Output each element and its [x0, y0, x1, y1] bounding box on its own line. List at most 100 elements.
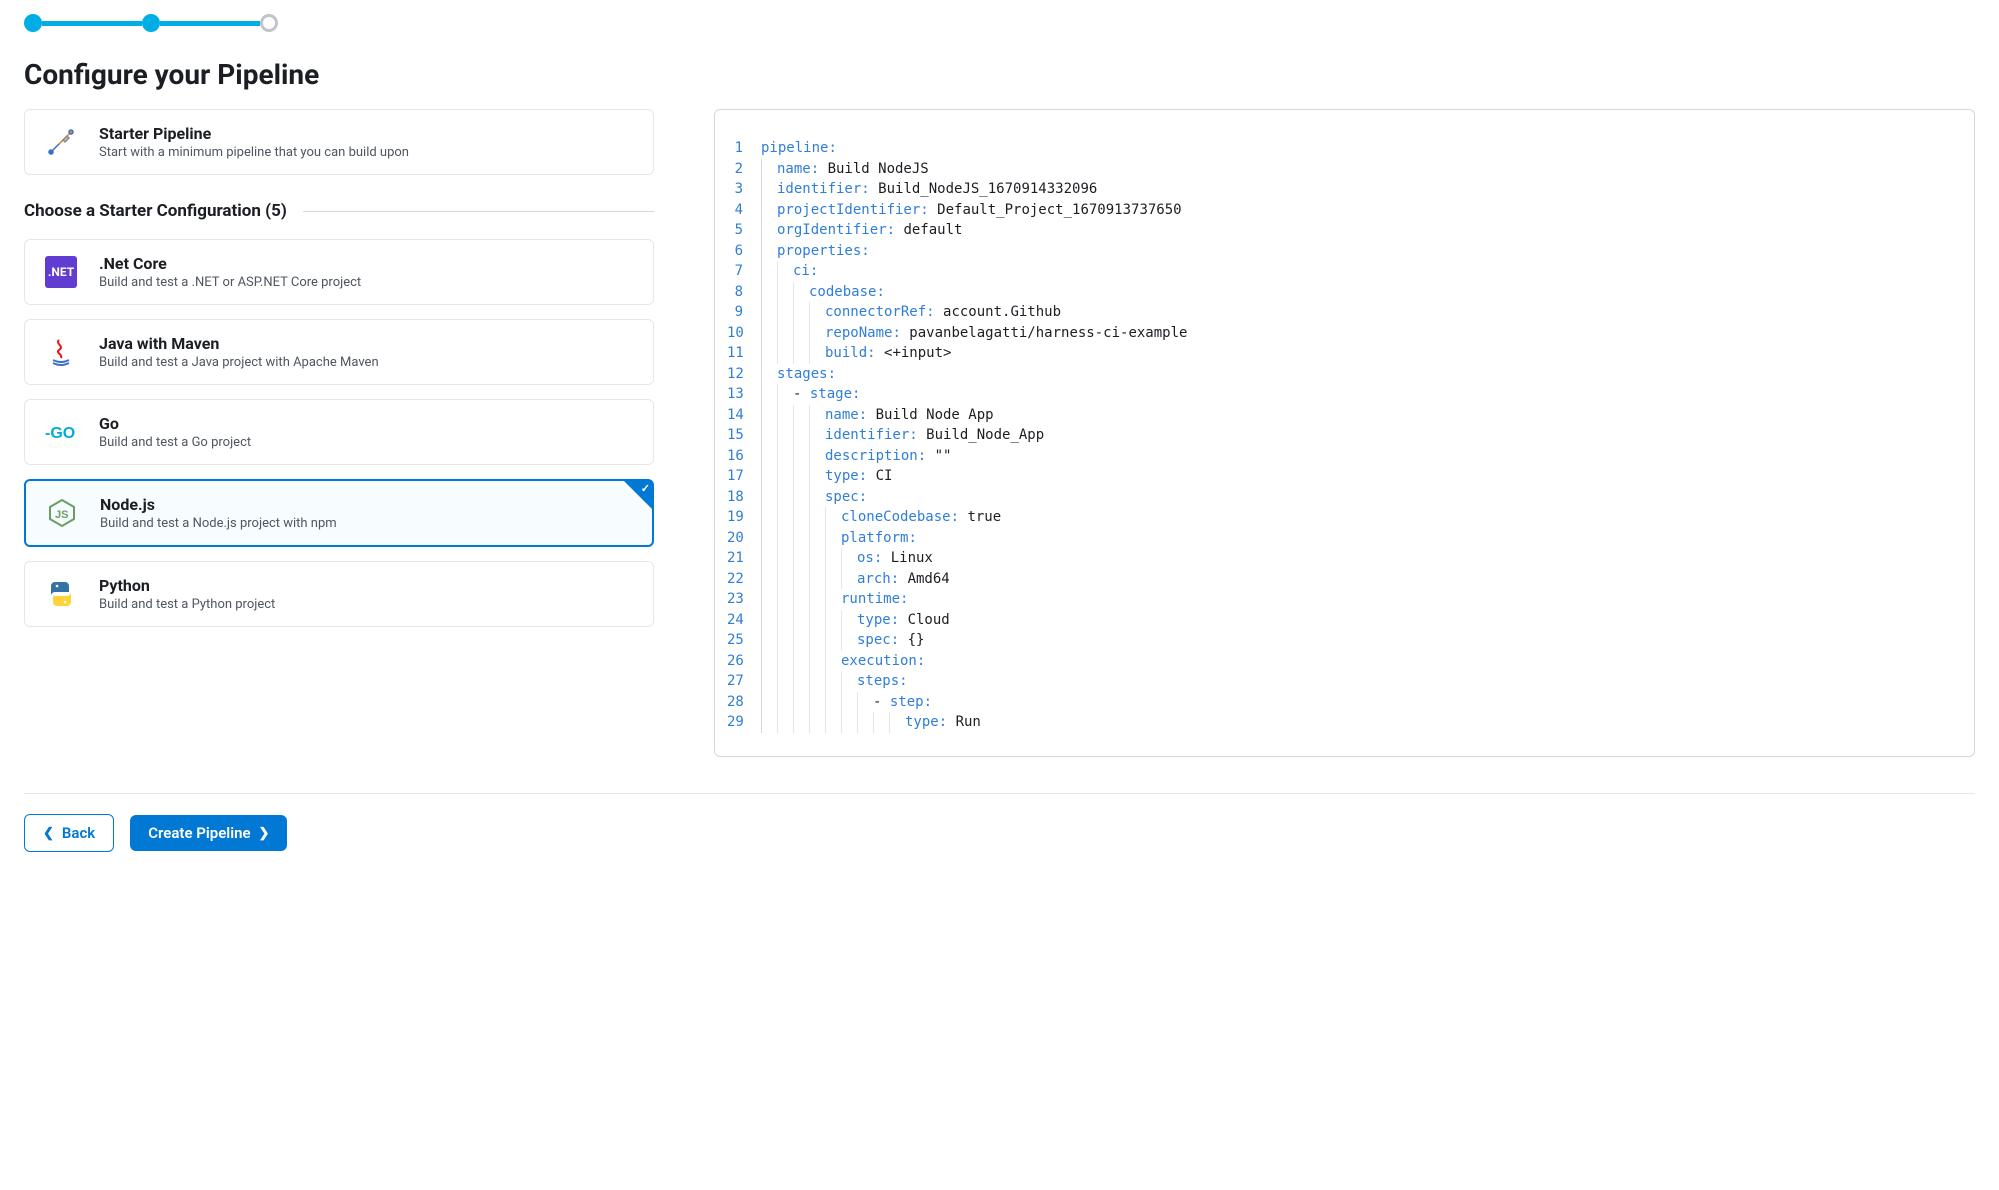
code-line: 13- stage:: [727, 384, 1954, 405]
config-card-desc: Build and test a Python project: [99, 597, 635, 612]
nodejs-icon: JS: [44, 495, 80, 531]
code-line: 24type: Cloud: [727, 610, 1954, 631]
code-line: 7ci:: [727, 261, 1954, 282]
line-number: 27: [727, 671, 761, 692]
step-line-1: [42, 21, 142, 26]
step-line-2: [160, 21, 260, 26]
create-pipeline-button[interactable]: Create Pipeline ❯: [130, 815, 287, 851]
code-line: 20platform:: [727, 528, 1954, 549]
line-number: 13: [727, 384, 761, 405]
starter-card-title: Starter Pipeline: [99, 124, 635, 143]
progress-stepper: [24, 0, 1975, 52]
line-number: 21: [727, 548, 761, 569]
config-list: .NET .Net Core Build and test a .NET or AS…: [24, 239, 654, 627]
config-card-desc: Build and test a Go project: [99, 435, 635, 450]
code-line: 18spec:: [727, 487, 1954, 508]
svg-text:-GO: -GO: [45, 425, 75, 442]
create-label: Create Pipeline: [148, 824, 250, 842]
line-number: 20: [727, 528, 761, 549]
starter-card-desc: Start with a minimum pipeline that you c…: [99, 145, 635, 160]
line-number: 14: [727, 405, 761, 426]
code-line: 11build: <+input>: [727, 343, 1954, 364]
dotnet-icon: .NET: [43, 254, 79, 290]
config-card-desc: Build and test a Java project with Apach…: [99, 355, 635, 370]
step-dot-1: [24, 14, 42, 32]
code-line: 17type: CI: [727, 466, 1954, 487]
code-line: 15identifier: Build_Node_App: [727, 425, 1954, 446]
code-line: 3identifier: Build_NodeJS_1670914332096: [727, 179, 1954, 200]
code-line: 14name: Build Node App: [727, 405, 1954, 426]
code-line: 8codebase:: [727, 282, 1954, 303]
svg-text:JS: JS: [55, 509, 68, 521]
step-dot-3: [260, 14, 278, 32]
code-line: 1pipeline:: [727, 138, 1954, 159]
code-line: 9connectorRef: account.Github: [727, 302, 1954, 323]
chevron-left-icon: ❮: [43, 826, 54, 841]
line-number: 16: [727, 446, 761, 467]
line-number: 5: [727, 220, 761, 241]
page-title: Configure your Pipeline: [24, 58, 1975, 91]
code-line: 16description: "": [727, 446, 1954, 467]
line-number: 3: [727, 179, 761, 200]
yaml-editor[interactable]: 1pipeline:2name: Build NodeJS3identifier…: [714, 109, 1975, 757]
code-line: 10repoName: pavanbelagatti/harness-ci-ex…: [727, 323, 1954, 344]
line-number: 15: [727, 425, 761, 446]
code-line: 23runtime:: [727, 589, 1954, 610]
tools-icon: [43, 124, 79, 160]
line-number: 24: [727, 610, 761, 631]
line-number: 19: [727, 507, 761, 528]
config-card-go[interactable]: -GO Go Build and test a Go project: [24, 399, 654, 465]
line-number: 25: [727, 630, 761, 651]
config-card-desc: Build and test a .NET or ASP.NET Core pr…: [99, 275, 635, 290]
config-card-node-js[interactable]: JS Node.js Build and test a Node.js projec…: [24, 479, 654, 547]
back-label: Back: [62, 824, 95, 842]
config-card-java-with-maven[interactable]: Java with Maven Build and test a Java pro…: [24, 319, 654, 385]
code-line: 25spec: {}: [727, 630, 1954, 651]
config-card-title: .Net Core: [99, 254, 635, 273]
python-icon: [43, 576, 79, 612]
config-section-title: Choose a Starter Configuration (5): [24, 201, 287, 221]
code-line: 27steps:: [727, 671, 1954, 692]
code-line: 2name: Build NodeJS: [727, 159, 1954, 180]
config-card-title: Python: [99, 576, 635, 595]
config-card-python[interactable]: Python Build and test a Python project: [24, 561, 654, 627]
line-number: 4: [727, 200, 761, 221]
line-number: 26: [727, 651, 761, 672]
config-card-title: Go: [99, 414, 635, 433]
code-line: 28- step:: [727, 692, 1954, 713]
line-number: 10: [727, 323, 761, 344]
code-line: 26execution:: [727, 651, 1954, 672]
check-icon: [624, 481, 652, 509]
code-line: 29type: Run: [727, 712, 1954, 733]
java-icon: [43, 334, 79, 370]
line-number: 7: [727, 261, 761, 282]
code-line: 4projectIdentifier: Default_Project_1670…: [727, 200, 1954, 221]
line-number: 2: [727, 159, 761, 180]
line-number: 23: [727, 589, 761, 610]
step-dot-2: [142, 14, 160, 32]
starter-pipeline-card[interactable]: Starter Pipeline Start with a minimum pi…: [24, 109, 654, 175]
line-number: 11: [727, 343, 761, 364]
line-number: 28: [727, 692, 761, 713]
code-line: 12stages:: [727, 364, 1954, 385]
line-number: 1: [727, 138, 761, 159]
footer: ❮ Back Create Pipeline ❯: [24, 793, 1975, 852]
line-number: 29: [727, 712, 761, 733]
config-card-title: Java with Maven: [99, 334, 635, 353]
go-icon: -GO: [43, 414, 79, 450]
code-line: 22arch: Amd64: [727, 569, 1954, 590]
code-line: 5orgIdentifier: default: [727, 220, 1954, 241]
line-number: 18: [727, 487, 761, 508]
code-line: 21os: Linux: [727, 548, 1954, 569]
back-button[interactable]: ❮ Back: [24, 814, 114, 852]
line-number: 12: [727, 364, 761, 385]
config-card--net-core[interactable]: .NET .Net Core Build and test a .NET or AS…: [24, 239, 654, 305]
line-number: 17: [727, 466, 761, 487]
chevron-right-icon: ❯: [259, 826, 270, 841]
line-number: 9: [727, 302, 761, 323]
line-number: 8: [727, 282, 761, 303]
code-line: 19cloneCodebase: true: [727, 507, 1954, 528]
config-card-desc: Build and test a Node.js project with np…: [100, 516, 634, 531]
line-number: 6: [727, 241, 761, 262]
config-card-title: Node.js: [100, 495, 634, 514]
